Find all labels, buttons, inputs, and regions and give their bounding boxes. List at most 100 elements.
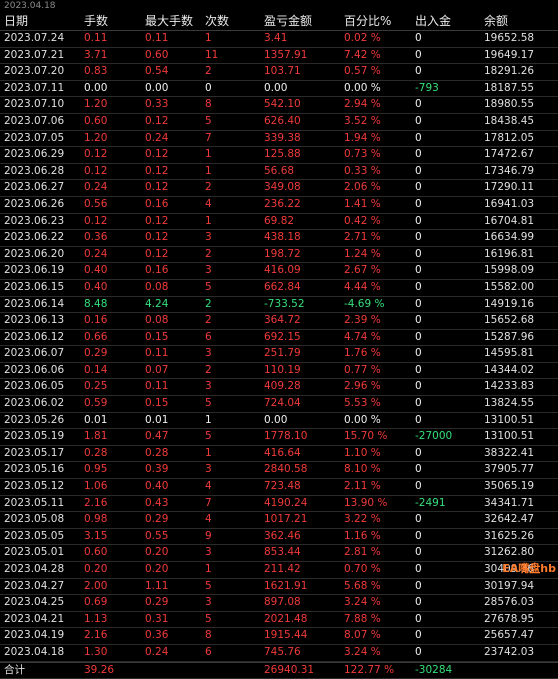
- cell-deposit: 0: [415, 214, 422, 227]
- cell-percent: 1.76 %: [344, 347, 381, 360]
- cell-lots: 1.06: [84, 480, 108, 493]
- table-row[interactable]: 2023.07.24 0.11 0.11 1 3.41 0.02 % 0 19652.58: [0, 31, 558, 48]
- table-row[interactable]: 2023.07.21 3.71 0.60 11 1357.91 7.42 % 0 19649.…: [0, 48, 558, 65]
- table-row[interactable]: 2023.06.26 0.56 0.16 4 236.22 1.41 % 0 16941.03: [0, 197, 558, 214]
- cell-percent: 0.00 %: [344, 81, 381, 94]
- table-row[interactable]: 2023.05.08 0.98 0.29 4 1017.21 3.22 % 0 32642.4…: [0, 512, 558, 529]
- header-max-lots[interactable]: 最大手数: [145, 13, 203, 30]
- cell-percent: 0.57 %: [344, 65, 381, 78]
- table-row[interactable]: 2023.06.19 0.40 0.16 3 416.09 2.67 % 0 15998.09: [0, 263, 558, 280]
- table-row[interactable]: 2023.05.05 3.15 0.55 9 362.46 1.16 % 0 31625.26: [0, 529, 558, 546]
- cell-date: 2023.06.15: [4, 280, 65, 293]
- cell-balance: 32642.47: [484, 513, 535, 526]
- cell-profit: 724.04: [264, 397, 301, 410]
- table-row[interactable]: 2023.06.02 0.59 0.15 5 724.04 5.53 % 0 13824.55: [0, 396, 558, 413]
- cell-deposit: 0: [415, 463, 422, 476]
- cell-max-lots: 0.60: [145, 48, 169, 61]
- cell-profit: 0.00: [264, 413, 288, 426]
- table-row[interactable]: 2023.05.19 1.81 0.47 5 1778.10 15.70 % -27000 1…: [0, 429, 558, 446]
- table-row[interactable]: 2023.05.16 0.95 0.39 3 2840.58 8.10 % 0 37905.7…: [0, 462, 558, 480]
- table-row[interactable]: 2023.04.28 0.20 0.20 1 211.42 0.70 % 0 30409.36: [0, 562, 558, 579]
- cell-balance: 16196.81: [484, 247, 535, 260]
- table-row[interactable]: 2023.04.19 2.16 0.36 8 1915.44 8.07 % 0 25657.4…: [0, 628, 558, 645]
- cell-max-lots: 0.08: [145, 314, 169, 327]
- cell-max-lots: 0.54: [145, 65, 169, 78]
- header-profit[interactable]: 盈亏金额: [264, 13, 342, 30]
- cell-lots: 1.20: [84, 98, 108, 111]
- header-percent[interactable]: 百分比%: [344, 13, 414, 30]
- table-row[interactable]: 2023.04.21 1.13 0.31 5 2021.48 7.88 % 0 27678.9…: [0, 612, 558, 629]
- cell-max-lots: 0.12: [145, 148, 169, 161]
- cell-percent: 8.10 %: [344, 463, 381, 476]
- cell-lots: 0.20: [84, 563, 108, 575]
- table-row[interactable]: 2023.04.27 2.00 1.11 5 1621.91 5.68 % 0 30197.9…: [0, 579, 558, 596]
- table-row[interactable]: 2023.05.01 0.60 0.20 3 853.44 2.81 % 0 31262.80: [0, 545, 558, 562]
- cell-balance: 14344.02: [484, 363, 535, 376]
- cell-deposit: 0: [415, 480, 422, 493]
- header-count[interactable]: 次数: [205, 13, 263, 30]
- cell-balance: 38322.41: [484, 446, 535, 459]
- table-row[interactable]: 2023.06.14 8.48 4.24 2 -733.52 -4.69 % 0 14919.…: [0, 297, 558, 314]
- cell-lots: 8.48: [84, 297, 108, 310]
- table-row[interactable]: 2023.05.12 1.06 0.40 4 723.48 2.11 % 0 35065.19: [0, 479, 558, 496]
- table-row[interactable]: 2023.05.26 0.01 0.01 1 0.00 0.00 % 0 13100.51: [0, 413, 558, 430]
- cell-max-lots: 0.55: [145, 529, 169, 542]
- cell-count: 9: [205, 529, 212, 542]
- table-row[interactable]: 2023.07.05 1.20 0.24 7 339.38 1.94 % 0 17812.05: [0, 131, 558, 148]
- cell-percent: 2.06 %: [344, 181, 381, 194]
- table-row[interactable]: 2023.06.05 0.25 0.11 3 409.28 2.96 % 0 14233.83: [0, 379, 558, 397]
- table-row[interactable]: 2023.07.06 0.60 0.12 5 626.40 3.52 % 0 18438.45: [0, 114, 558, 131]
- table-row[interactable]: 2023.04.18 1.30 0.24 6 745.76 3.24 % 0 23742.03: [0, 645, 558, 662]
- cell-count: 1: [205, 32, 212, 44]
- cell-percent: 4.44 %: [344, 280, 381, 293]
- cell-date: 2023.04.25: [4, 596, 65, 609]
- cell-profit: 251.79: [264, 347, 301, 360]
- cell-balance: 37905.77: [484, 463, 535, 476]
- table-row[interactable]: 2023.07.11 0.00 0.00 0 0.00 0.00 % -793 18187.5…: [0, 81, 558, 98]
- table-row[interactable]: 2023.06.28 0.12 0.12 1 56.68 0.33 % 0 17346.79: [0, 164, 558, 181]
- cell-percent: 0.33 %: [344, 164, 381, 177]
- table-row[interactable]: 2023.06.12 0.66 0.15 6 692.15 4.74 % 0 15287.96: [0, 330, 558, 347]
- cell-profit: 1017.21: [264, 513, 308, 526]
- header-lots[interactable]: 手数: [84, 13, 142, 30]
- table-row[interactable]: 2023.06.15 0.40 0.08 5 662.84 4.44 % 0 15582.00: [0, 280, 558, 297]
- table-row[interactable]: 2023.06.07 0.29 0.11 3 251.79 1.76 % 0 14595.81: [0, 346, 558, 363]
- total-profit: 26940.31: [264, 663, 315, 676]
- header-deposit[interactable]: 出入金: [415, 13, 483, 30]
- cell-date: 2023.06.20: [4, 247, 65, 260]
- cell-deposit: 0: [415, 98, 422, 111]
- table-row[interactable]: 2023.06.22 0.36 0.12 3 438.18 2.71 % 0 16634.99: [0, 230, 558, 247]
- cell-balance: 19652.58: [484, 32, 535, 44]
- total-lots: 39.26: [84, 663, 115, 676]
- table-row[interactable]: 2023.04.25 0.69 0.29 3 897.08 3.24 % 0 28576.03: [0, 595, 558, 612]
- table-row[interactable]: 2023.07.20 0.83 0.54 2 103.71 0.57 % 0 18291.26: [0, 64, 558, 81]
- cell-lots: 0.59: [84, 397, 108, 410]
- header-balance[interactable]: 余额: [484, 13, 558, 30]
- cell-profit: 125.88: [264, 148, 301, 161]
- table-row[interactable]: 2023.06.23 0.12 0.12 1 69.82 0.42 % 0 16704.81: [0, 214, 558, 231]
- cell-profit: -733.52: [264, 297, 305, 310]
- table-header: 日期 手数 最大手数 次数 盈亏金额 百分比% 出入金 余额: [0, 13, 558, 31]
- cell-profit: 723.48: [264, 480, 301, 493]
- table-row[interactable]: 2023.06.29 0.12 0.12 1 125.88 0.73 % 0 17472.67: [0, 147, 558, 164]
- table-row[interactable]: 2023.06.06 0.14 0.07 2 110.19 0.77 % 0 14344.02: [0, 363, 558, 380]
- table-row[interactable]: 2023.06.13 0.16 0.08 2 364.72 2.39 % 0 15652.68: [0, 313, 558, 330]
- cell-percent: 0.70 %: [344, 563, 381, 575]
- cell-percent: 13.90 %: [344, 496, 388, 509]
- cell-max-lots: 0.20: [145, 546, 169, 559]
- header-date[interactable]: 日期: [4, 13, 84, 30]
- table-row[interactable]: 2023.05.17 0.28 0.28 1 416.64 1.10 % 0 38322.41: [0, 446, 558, 463]
- cell-deposit: 0: [415, 629, 422, 642]
- cell-deposit: 0: [415, 181, 422, 194]
- table-row[interactable]: 2023.06.27 0.24 0.12 2 349.08 2.06 % 0 17290.11: [0, 180, 558, 197]
- table-row[interactable]: 2023.07.10 1.20 0.33 8 542.10 2.94 % 0 18980.55: [0, 97, 558, 114]
- cell-balance: 28576.03: [484, 596, 535, 609]
- table-row[interactable]: 2023.06.20 0.24 0.12 2 198.72 1.24 % 0 16196.81: [0, 247, 558, 264]
- cell-count: 3: [205, 546, 212, 559]
- cell-count: 3: [205, 264, 212, 277]
- cell-date: 2023.05.16: [4, 463, 65, 476]
- cell-deposit: 0: [415, 264, 422, 277]
- table-row[interactable]: 2023.05.11 2.16 0.43 7 4190.24 13.90 % -2491 34…: [0, 496, 558, 513]
- cell-date: 2023.07.06: [4, 114, 65, 127]
- cell-balance: 15998.09: [484, 264, 535, 277]
